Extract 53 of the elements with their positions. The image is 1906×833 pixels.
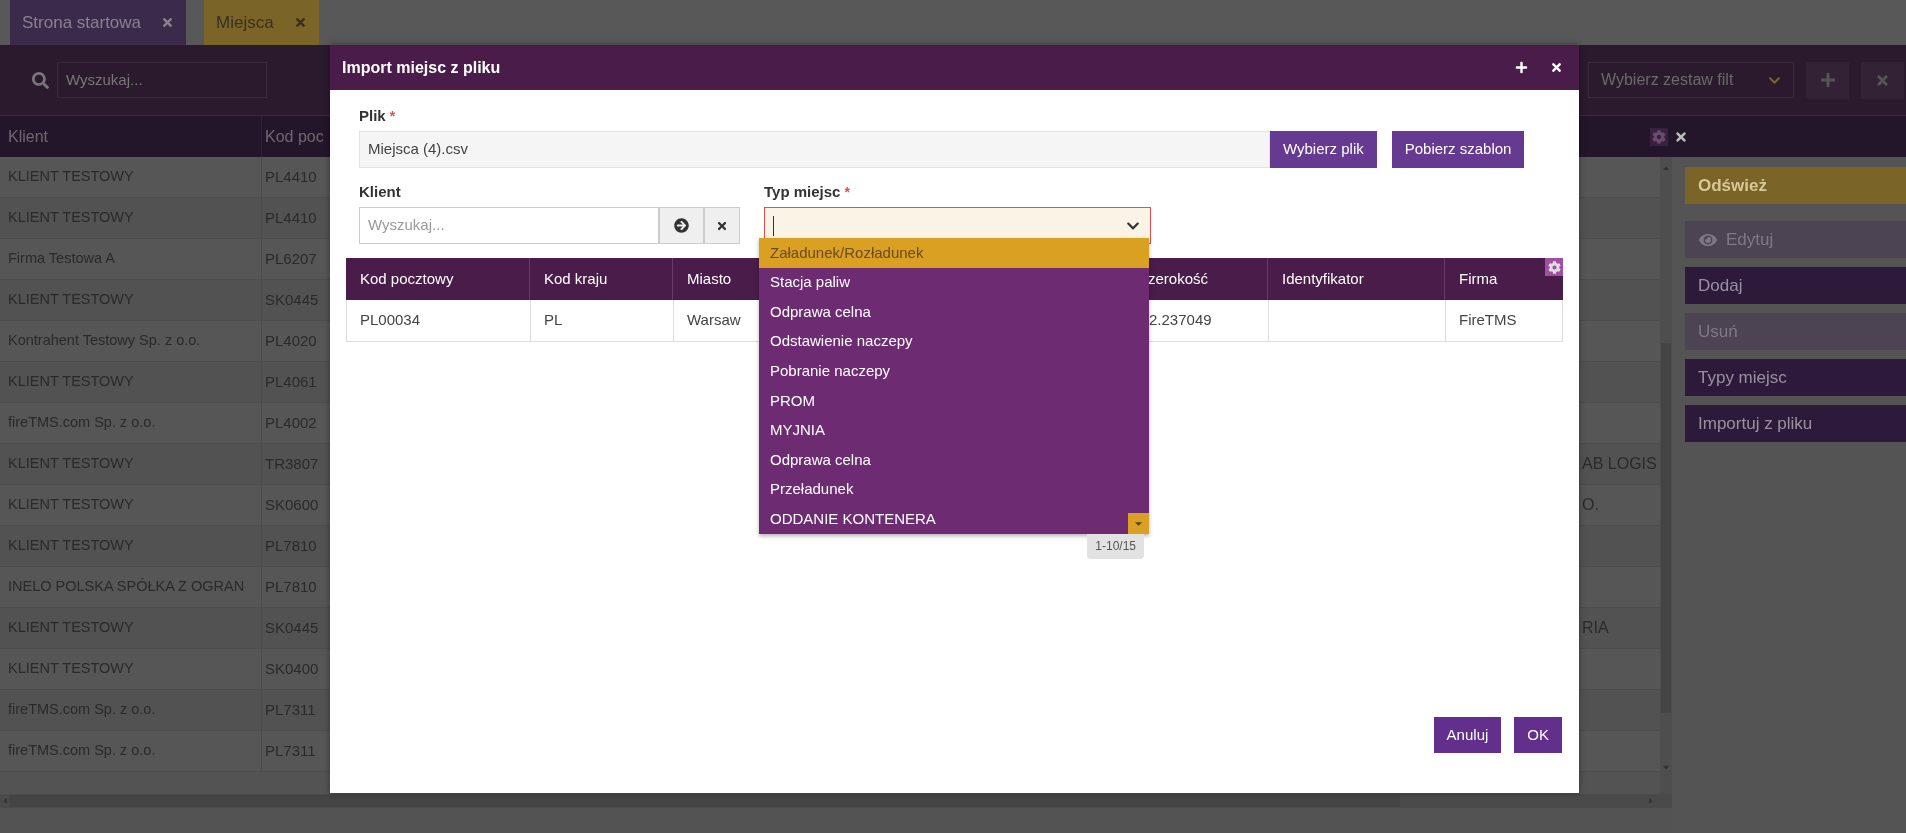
field-label: Plik (359, 105, 386, 126)
download-template-button[interactable]: Pobierz szablon (1391, 131, 1525, 168)
dropdown-option[interactable]: Odprawa celna (759, 445, 1149, 475)
choose-file-button[interactable]: Wybierz plik (1270, 131, 1377, 168)
tab[interactable]: Strona startowa (10, 0, 187, 45)
dropdown-option[interactable]: Pobranie naczepy (759, 356, 1149, 386)
file-field[interactable]: Miejsca (4).csv (359, 131, 1270, 168)
dialog-title: Import miejsc z pliku (342, 57, 501, 78)
dropdown-option[interactable]: Załadunek/Rozładunek (759, 238, 1149, 268)
clear-button[interactable] (704, 207, 740, 244)
dropdown-option[interactable]: Stacja paliw (759, 267, 1149, 298)
dialog-button[interactable]: Anuluj (1433, 717, 1502, 753)
side-button[interactable]: Typy miejsc (1685, 359, 1906, 396)
settings-button[interactable] (1650, 127, 1668, 146)
column-header[interactable]: Identyfikator (1268, 258, 1445, 300)
table-cell: PL (531, 300, 674, 341)
required-mark: * (844, 182, 850, 202)
table-cell: PL00034 (347, 300, 531, 341)
settings-button[interactable] (1545, 258, 1563, 276)
close-icon[interactable] (1550, 61, 1563, 74)
search-icon (32, 71, 49, 89)
add-button[interactable] (1806, 61, 1849, 99)
field-label: Typ miejsc (764, 181, 841, 202)
table-cell-text: FireTMS (1458, 310, 1518, 331)
required-mark: * (389, 106, 396, 126)
pager-badge: 1-10/15 (1087, 533, 1144, 559)
side-button[interactable]: Importuj z pliku (1685, 405, 1906, 442)
settings-icon (1547, 260, 1561, 274)
dialog-button[interactable]: OK (1514, 717, 1562, 753)
dropdown-option[interactable]: MYJNIA (759, 415, 1149, 446)
plus-icon (1819, 72, 1836, 88)
column-header[interactable]: Kod pocztowy (346, 258, 530, 300)
close-icon[interactable] (1674, 129, 1688, 144)
go-button[interactable] (659, 207, 704, 244)
close-icon (716, 219, 728, 232)
search-field[interactable]: Wyszukaj... (57, 62, 267, 98)
column-header[interactable]: Kod kraju (530, 258, 673, 300)
text-cursor (773, 215, 774, 236)
scroll-down-button[interactable] (1128, 512, 1149, 534)
dropdown-option[interactable]: ODDANIE KONTENERA (759, 504, 1128, 534)
arrow-right-icon (674, 218, 689, 233)
vertical-scrollbar[interactable] (1660, 157, 1672, 794)
side-button[interactable]: Dodaj (1685, 267, 1906, 304)
settings-icon (1652, 129, 1666, 144)
plus-icon[interactable] (1515, 61, 1528, 74)
horizontal-scrollbar[interactable] (0, 794, 1672, 808)
eye-icon (1698, 231, 1718, 248)
column-header[interactable]: Firma (1445, 258, 1563, 300)
dropdown-option[interactable]: PROM (759, 385, 1149, 416)
dropdown-option[interactable]: Odprawa celna (759, 297, 1149, 327)
dropdown-option[interactable]: Przeładunek (759, 474, 1149, 505)
close-icon (1875, 72, 1890, 88)
field-label: Klient (359, 181, 401, 202)
